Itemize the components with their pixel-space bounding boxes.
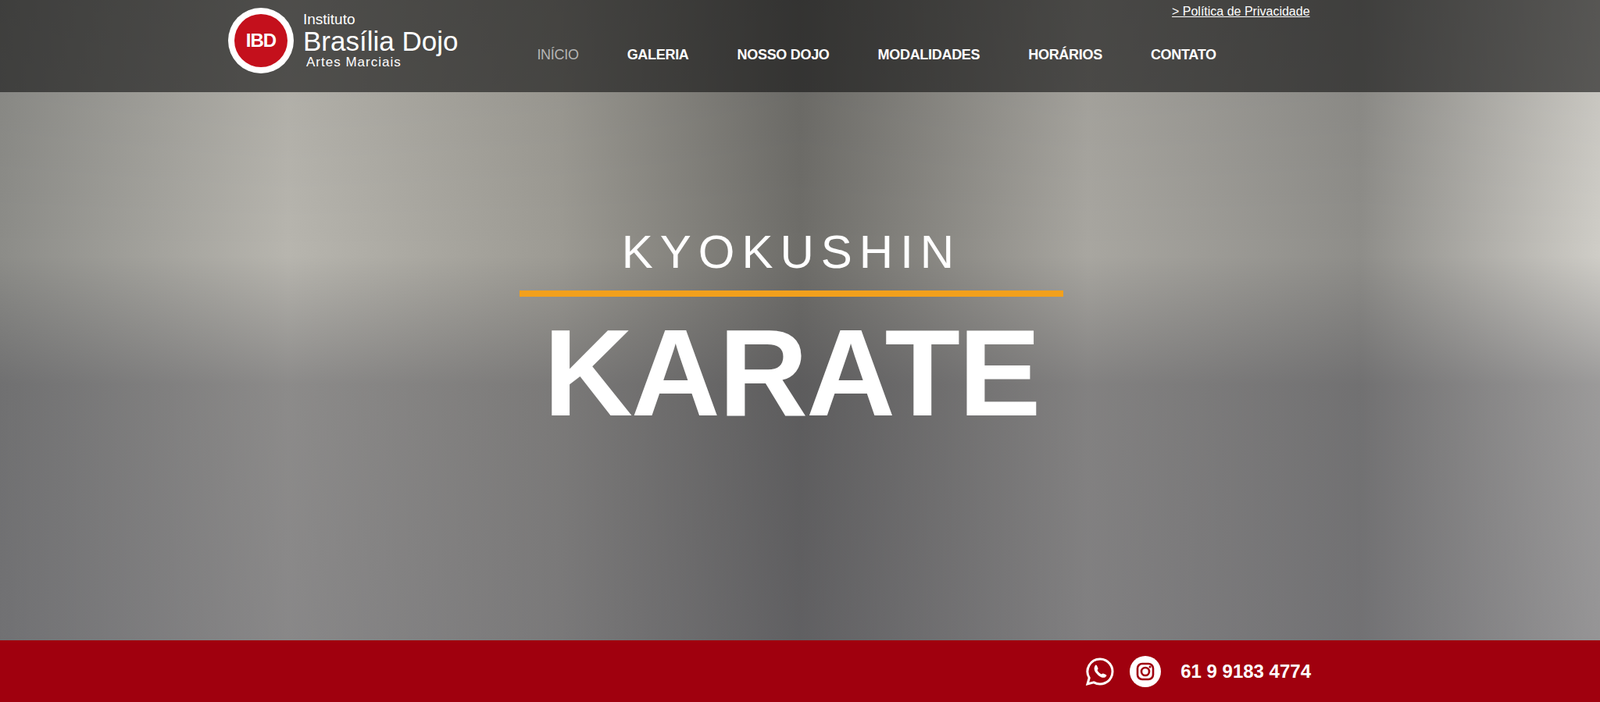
hero-kicker: KYOKUSHIN [621,226,961,279]
nav-item[interactable]: INÍCIO [512,46,603,64]
hero-heading: KYOKUSHIN KARATE [517,226,1065,435]
privacy-link[interactable]: > Política de Privacidade [1171,4,1311,19]
logo-line: Instituto [303,11,458,28]
nav-item[interactable]: HORÁRIOS [1003,46,1127,64]
logo-initials: IBD [234,14,288,68]
nav-item[interactable]: CONTATO [1126,46,1241,64]
logo[interactable]: IBD InstitutoBrasília DojoArtes Marciais [228,7,458,74]
nav-item[interactable]: MODALIDADES [853,46,1005,64]
hero-title: KARATE [543,310,1040,435]
logo-line: Artes Marciais [303,55,458,70]
main-nav: INÍCIOGALERIANOSSO DOJOMODALIDADESHORÁRI… [512,46,1240,64]
logo-name: Brasília Dojo [303,27,458,57]
header: IBDInstitutoBrasília DojoArtes MarciaisI… [0,0,1600,93]
logo-text: InstitutoBrasília DojoArtes Marciais [303,11,458,71]
hero-divider [519,290,1064,297]
whatsapp-icon[interactable] [1083,655,1117,689]
nav-item[interactable]: GALERIA [603,46,714,64]
instagram-icon[interactable] [1128,655,1162,689]
hero: IBDInstitutoBrasília DojoArtes MarciaisI… [0,0,1600,641]
contact-bar: 61 9 9183 4774 [0,640,1600,702]
phone-number[interactable]: 61 9 9183 4774 [1180,660,1311,683]
nav-item[interactable]: NOSSO DOJO [713,46,854,64]
logo-mark: IBD [228,7,294,74]
